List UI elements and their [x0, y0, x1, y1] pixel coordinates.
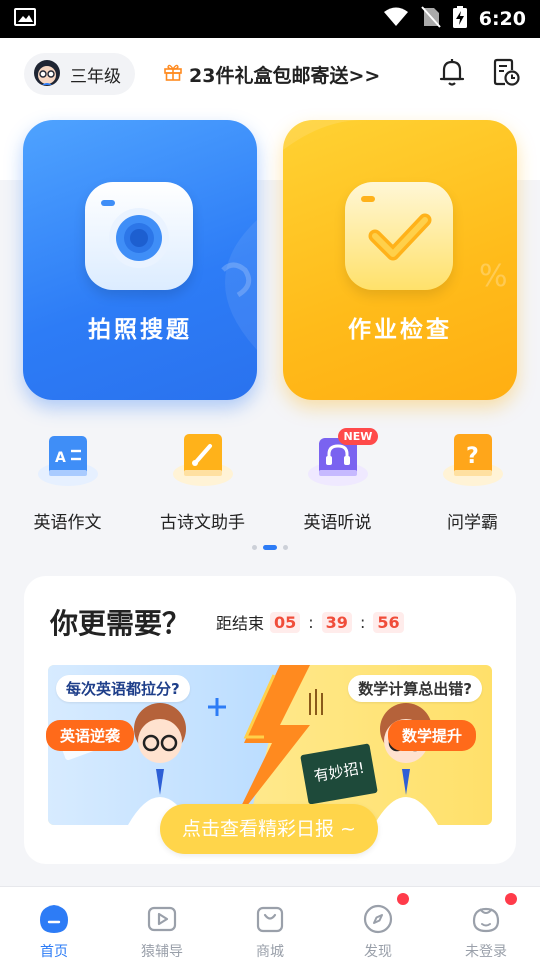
separator: : — [308, 612, 314, 632]
notification-dot — [397, 893, 410, 905]
homework-check-label: 作业检查 — [348, 317, 452, 343]
homework-check-card[interactable]: % 作业检查 — [283, 120, 517, 400]
new-badge: NEW — [337, 428, 379, 445]
svg-text:%: % — [479, 259, 508, 294]
image-icon — [14, 8, 36, 30]
tab-home[interactable]: 首页 — [0, 887, 108, 960]
needs-section: 你更需要？ 距结束 05 : 39 : 56 有妙招! 每次英语都拉分? 数学计… — [24, 576, 516, 864]
countdown-hours: 05 — [270, 611, 301, 633]
english-question-bubble: 每次英语都拉分? — [56, 675, 190, 702]
wifi-icon — [383, 7, 409, 31]
countdown-minutes: 39 — [321, 611, 352, 633]
book-az-icon: A — [35, 432, 101, 486]
section-title: 你更需要？ — [50, 607, 191, 640]
compass-icon — [362, 903, 394, 935]
avatar — [30, 55, 64, 93]
tab-discover[interactable]: 发现 — [324, 887, 432, 960]
bottom-tab-bar: 首页 猿辅导 商城 发现 未登录 — [0, 886, 540, 960]
english-boost-button[interactable]: 英语逆袭 — [46, 720, 135, 751]
grade-selector[interactable]: 三年级 — [24, 53, 135, 95]
tab-profile[interactable]: 未登录 — [432, 887, 540, 960]
battery-charging-icon — [452, 6, 467, 32]
tool-english-writing[interactable]: A 英语作文 — [0, 420, 135, 540]
separator: : — [359, 612, 366, 632]
brush-book-icon — [170, 432, 236, 486]
page-dot-active — [263, 545, 277, 550]
tool-label: 问学霸 — [447, 513, 498, 533]
status-bar: 6:20 — [0, 0, 540, 38]
countdown-seconds: 56 — [373, 611, 404, 633]
tab-label: 猿辅导 — [141, 944, 183, 960]
svg-text:A: A — [55, 450, 66, 466]
page-indicator — [0, 545, 540, 550]
photo-search-card[interactable]: 拍照搜题 — [23, 120, 257, 400]
top-bar: 三年级 23件礼盒包邮寄送>> — [0, 38, 540, 110]
tool-poetry-assistant[interactable]: 古诗文助手 — [135, 420, 270, 540]
daily-report-button[interactable]: 点击查看精彩日报 ~ — [160, 804, 378, 854]
tool-ask-scholar[interactable]: ? 问学霸 — [405, 420, 540, 540]
notification-dot — [505, 893, 518, 905]
svg-text:?: ? — [466, 444, 479, 469]
math-boost-button[interactable]: 数学提升 — [387, 720, 476, 751]
grade-label: 三年级 — [70, 66, 121, 87]
tab-yuanfudao[interactable]: 猿辅导 — [108, 887, 216, 960]
tab-label: 首页 — [40, 944, 68, 960]
tool-label: 英语听说 — [303, 513, 372, 533]
camera-icon — [85, 182, 193, 290]
page-dot — [283, 545, 288, 550]
shopping-bag-icon — [254, 903, 286, 935]
photo-search-label: 拍照搜题 — [88, 317, 192, 343]
clock-time: 6:20 — [478, 8, 526, 30]
tool-label: 英语作文 — [33, 513, 102, 533]
play-icon — [146, 903, 178, 935]
gift-icon — [163, 62, 183, 86]
countdown-label: 距结束 — [216, 614, 265, 633]
home-icon — [38, 903, 70, 935]
tool-english-listening[interactable]: NEW 英语听说 — [270, 420, 405, 540]
tools-row: A 英语作文 古诗文助手 NEW 英语听说 ? 问学霸 — [0, 420, 540, 540]
page-dot — [252, 545, 257, 550]
profile-face-icon — [470, 903, 502, 935]
bell-icon[interactable] — [438, 57, 466, 91]
checkmark-icon — [345, 182, 453, 290]
tab-label: 未登录 — [465, 944, 507, 960]
tab-store[interactable]: 商城 — [216, 887, 324, 960]
tab-label: 商城 — [256, 944, 284, 960]
no-sim-icon — [420, 6, 441, 32]
countdown: 距结束 05 : 39 : 56 — [216, 610, 404, 634]
calendar-clock-icon[interactable] — [492, 57, 520, 91]
promo-text: 23件礼盒包邮寄送>> — [189, 64, 381, 87]
tool-label: 古诗文助手 — [160, 513, 245, 533]
promo-banner[interactable]: 23件礼盒包邮寄送>> — [163, 61, 380, 88]
math-question-bubble: 数学计算总出错? — [348, 675, 482, 702]
tab-label: 发现 — [364, 944, 392, 960]
question-book-icon: ? — [440, 432, 506, 486]
